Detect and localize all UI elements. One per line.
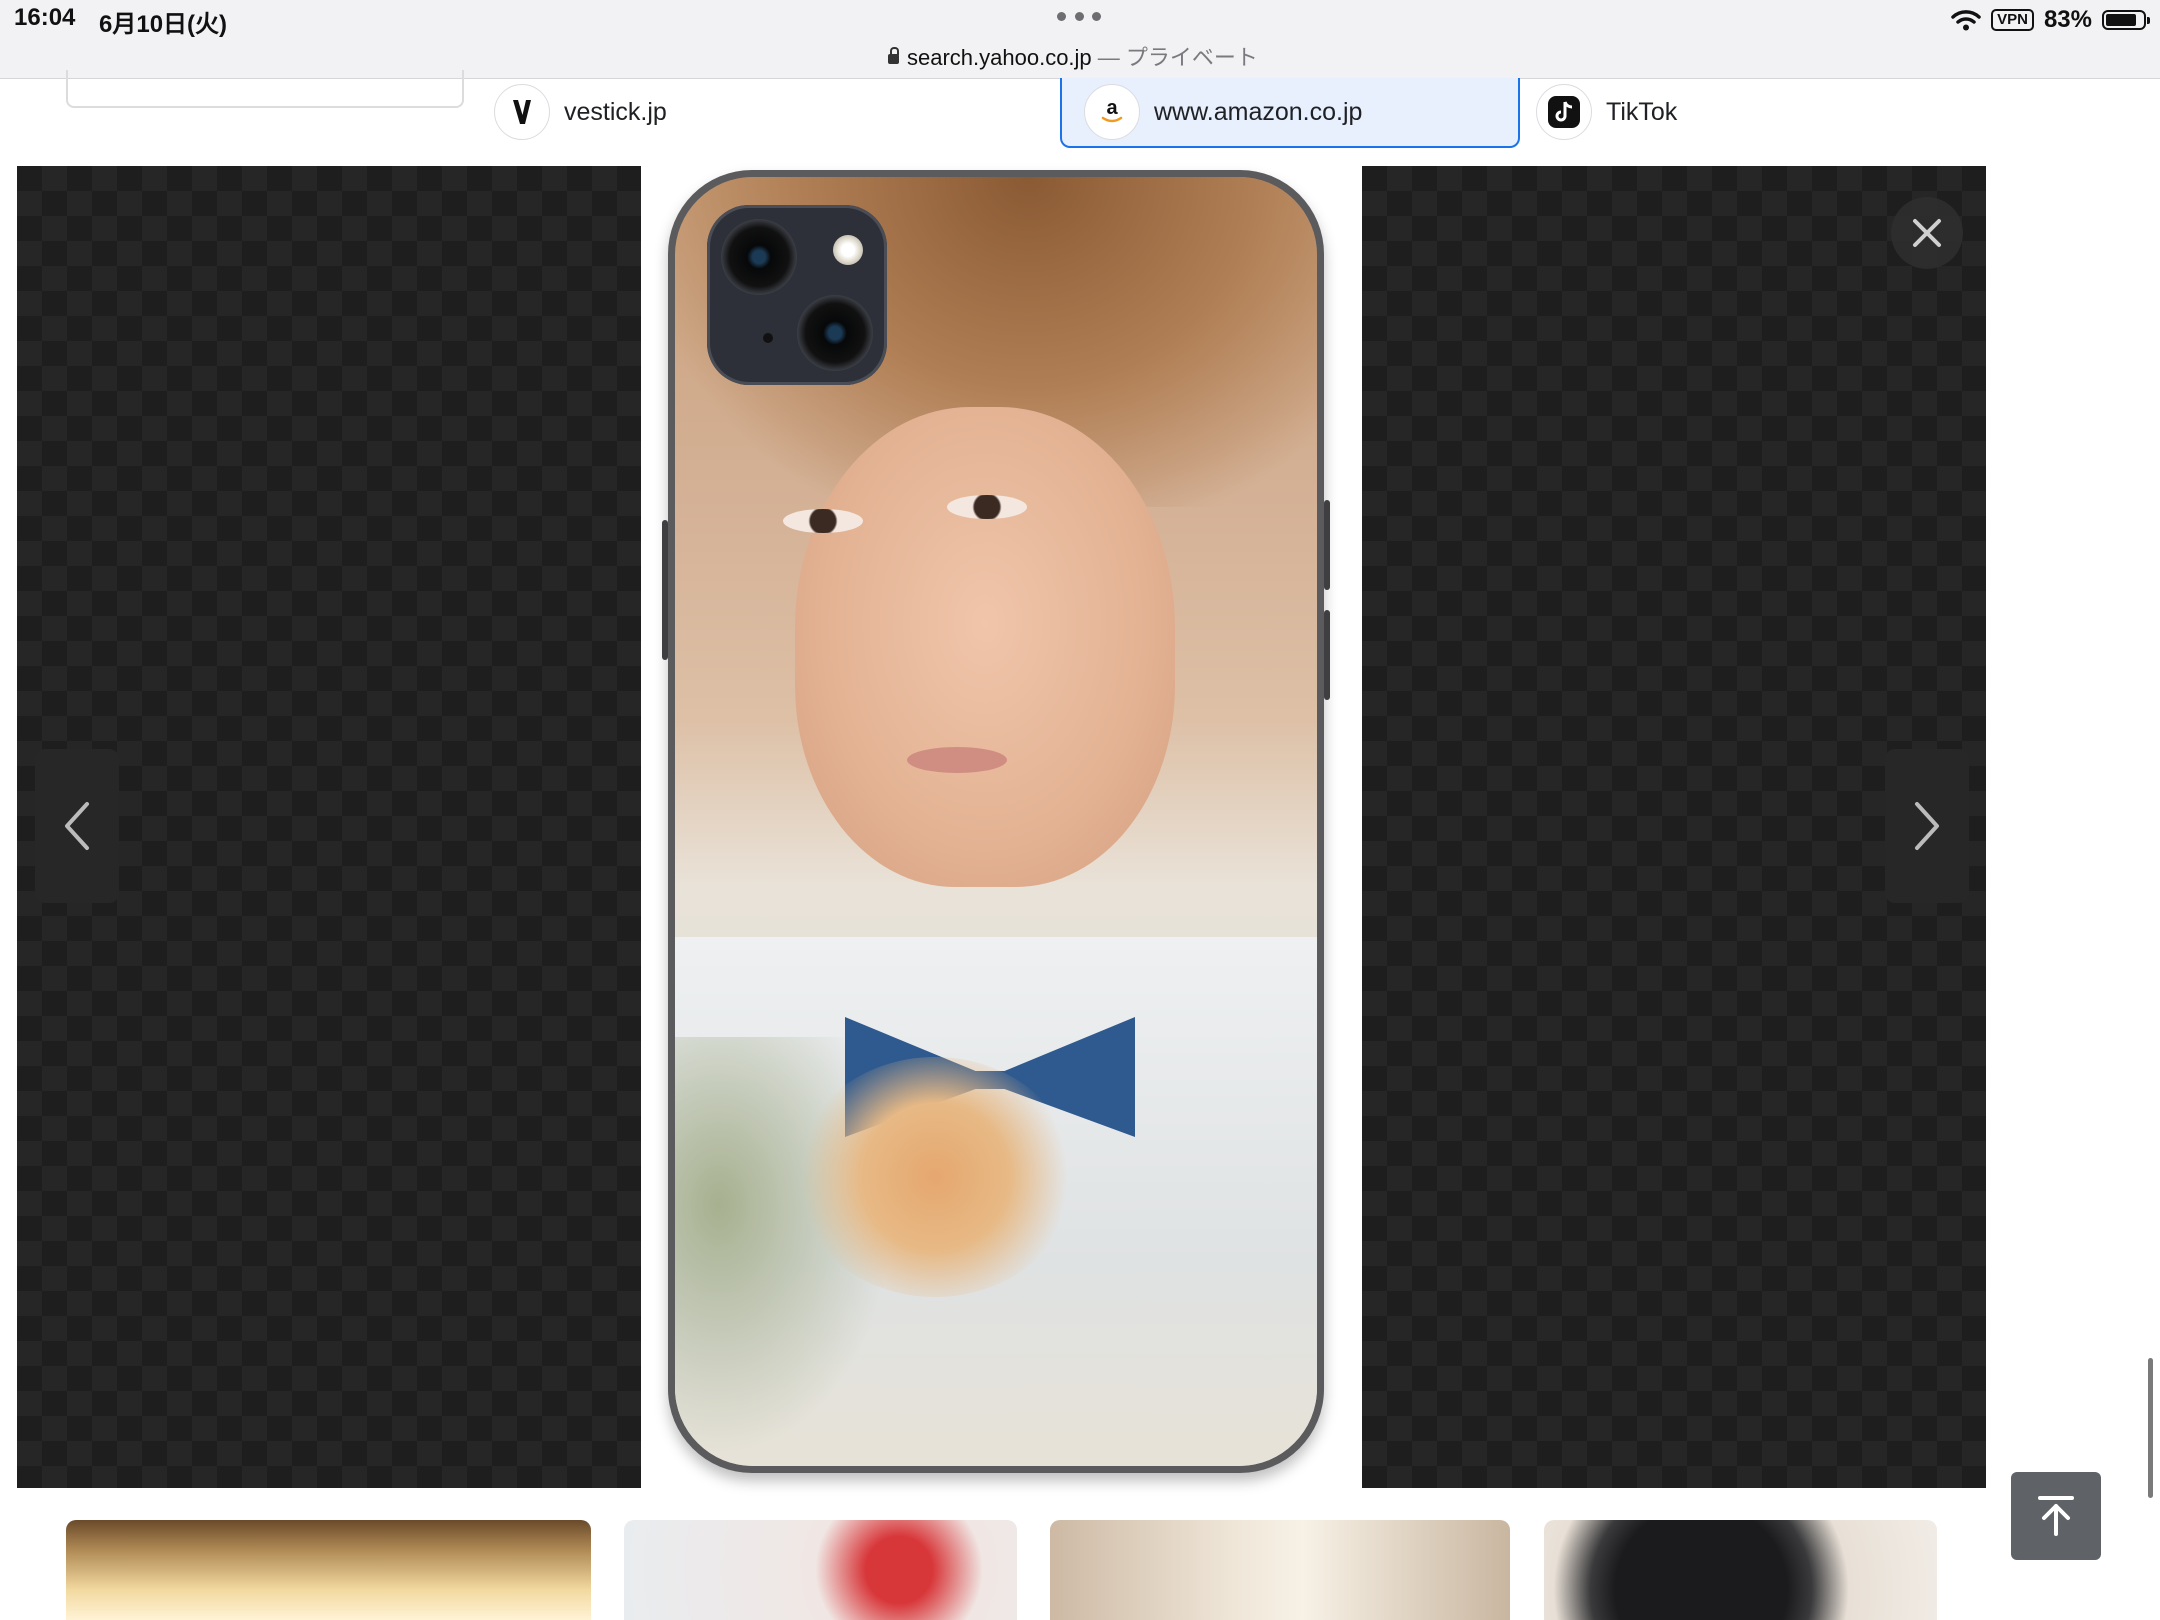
glitter-case-thumbnail[interactable] <box>624 1520 1017 1620</box>
game-screenshot-thumbnail[interactable] <box>66 1520 591 1620</box>
source-label: TikTok <box>1606 97 1678 126</box>
close-viewer-button[interactable] <box>1891 197 1963 269</box>
multitasking-dots-icon[interactable] <box>1057 12 1101 22</box>
portrait-thumbnail[interactable] <box>1050 1520 1510 1620</box>
camera-lens-icon <box>721 219 797 295</box>
private-mode-label: — プライベート <box>1091 45 1258 70</box>
source-chip-tiktok[interactable]: TikTok <box>1536 80 1796 144</box>
image-viewer <box>17 166 1987 1488</box>
chevron-left-icon <box>65 802 89 850</box>
status-right: VPN 83% <box>1951 6 2150 34</box>
source-chip-amazon[interactable]: a www.amazon.co.jp <box>1060 78 1520 148</box>
phone-side-button <box>1324 610 1330 700</box>
source-chip-vestick[interactable]: vestick.jp <box>494 80 754 144</box>
vestick-logo-icon <box>494 84 550 140</box>
battery-percent: 83% <box>2043 6 2092 33</box>
arrow-up-to-top-icon <box>2038 1496 2074 1536</box>
svg-text:a: a <box>1106 97 1118 119</box>
chevron-right-icon <box>1915 802 1939 850</box>
address-bar[interactable]: search.yahoo.co.jp — プライベート <box>888 40 1258 72</box>
previous-image-button[interactable] <box>35 749 119 903</box>
camera-lens-icon <box>797 295 873 371</box>
previous-source-card[interactable] <box>66 70 464 108</box>
next-image-button[interactable] <box>1885 749 1969 903</box>
status-time: 16:04 <box>14 4 76 31</box>
page-scrollbar[interactable] <box>2148 1358 2153 1498</box>
flash-icon <box>833 235 863 265</box>
smartphone-case-photo[interactable] <box>662 170 1330 1473</box>
address-domain: search.yahoo.co.jp <box>907 45 1092 70</box>
lock-icon <box>888 47 899 64</box>
camera-module <box>707 205 887 385</box>
close-icon <box>1913 219 1941 247</box>
vpn-badge: VPN <box>1991 9 2034 31</box>
phone-side-button <box>1324 500 1330 590</box>
battery-icon <box>2102 10 2150 30</box>
amazon-logo-icon: a <box>1084 84 1140 140</box>
wifi-icon <box>1951 10 1981 31</box>
status-bar: 16:04 6月10日(火) search.yahoo.co.jp — プライベ… <box>0 0 2160 79</box>
phone-side-button <box>662 520 668 660</box>
related-images-row <box>0 1520 2160 1620</box>
tiktok-logo-icon <box>1536 84 1592 140</box>
source-label: www.amazon.co.jp <box>1154 97 1363 126</box>
black-phone-case-thumbnail[interactable] <box>1544 1520 1937 1620</box>
source-label: vestick.jp <box>564 97 667 126</box>
scroll-to-top-button[interactable] <box>2011 1472 2101 1560</box>
case-artwork <box>675 177 1317 1466</box>
status-date: 6月10日(火) <box>99 11 228 38</box>
